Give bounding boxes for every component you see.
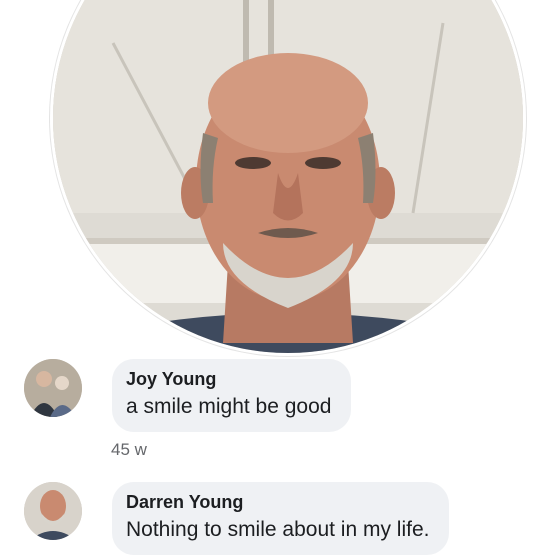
- comment-author[interactable]: Darren Young: [126, 491, 429, 513]
- comment-timestamp[interactable]: 45 w: [111, 440, 147, 460]
- profile-photo-image: [53, 0, 523, 353]
- comment-joy-young: Joy Young a smile might be good: [24, 359, 352, 432]
- comment-author[interactable]: Joy Young: [126, 368, 331, 390]
- comment-text: a smile might be good: [126, 395, 332, 418]
- comment-darren-young: Darren Young Nothing to smile about in m…: [24, 482, 450, 555]
- avatar-image: [24, 359, 82, 417]
- avatar[interactable]: [24, 482, 82, 540]
- avatar[interactable]: [24, 359, 82, 417]
- avatar-image: [24, 482, 82, 540]
- profile-photo[interactable]: [50, 0, 526, 356]
- comment-text: Nothing to smile about in my life.: [126, 518, 430, 541]
- comment-bubble: Joy Young a smile might be good: [112, 359, 352, 432]
- comment-bubble: Darren Young Nothing to smile about in m…: [112, 482, 450, 555]
